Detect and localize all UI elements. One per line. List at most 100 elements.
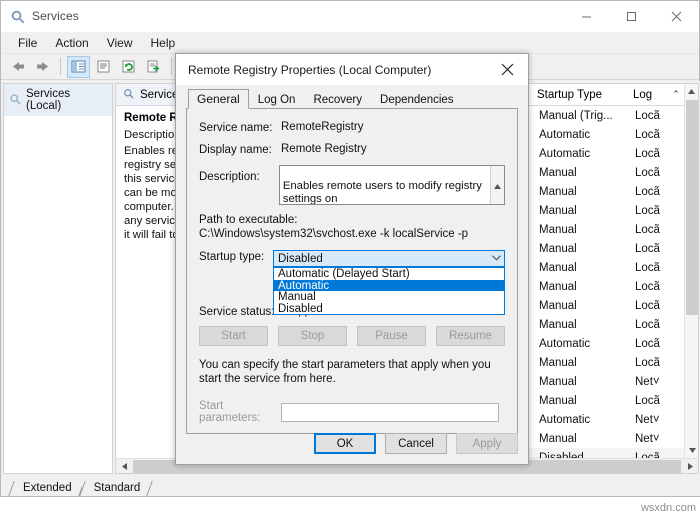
description-scroll-down-icon[interactable]: [494, 193, 501, 205]
window-title: Services: [32, 9, 79, 23]
cell-logon: Net˅: [629, 376, 669, 388]
dropdown-option[interactable]: Manual: [274, 291, 504, 303]
dropdown-option[interactable]: Automatic: [274, 280, 504, 292]
description-scroll-up-icon[interactable]: [494, 166, 501, 193]
refresh-icon[interactable]: [117, 56, 140, 78]
cell-logon: Locã: [629, 262, 669, 274]
sort-ascending-icon: ⌃: [669, 89, 683, 100]
description-textarea[interactable]: Enables remote users to modify registry …: [279, 165, 505, 205]
cell-startup: Automatic: [533, 338, 629, 350]
back-arrow-icon[interactable]: [6, 56, 29, 78]
cell-startup: Manual: [533, 167, 629, 179]
cell-startup: Automatic: [533, 129, 629, 141]
menu-file[interactable]: File: [9, 34, 46, 52]
view-tabs: Extended Standard: [1, 476, 700, 496]
apply-button: Apply: [456, 433, 518, 454]
dialog-close-icon[interactable]: [486, 54, 528, 85]
cell-logon: Locã: [629, 129, 669, 141]
details-pane-title: Service: [140, 89, 178, 101]
forward-arrow-icon[interactable]: [31, 56, 54, 78]
sidebar-item-services-local[interactable]: Services (Local): [4, 84, 112, 116]
service-control-buttons: Start Stop Pause Resume: [199, 326, 505, 346]
cell-startup: Manual: [533, 433, 629, 445]
dialog-titlebar: Remote Registry Properties (Local Comput…: [176, 54, 528, 85]
menu-action[interactable]: Action: [46, 34, 97, 52]
service-status-label: Service status:: [199, 305, 281, 318]
scroll-right-button[interactable]: [682, 459, 698, 474]
tab-dependencies[interactable]: Dependencies: [371, 91, 463, 109]
list-vertical-scrollbar[interactable]: [684, 84, 698, 473]
column-header-logon-as[interactable]: Log: [629, 89, 669, 101]
path-to-executable-label: Path to executable:: [199, 214, 505, 226]
display-name-row: Display name: Remote Registry: [199, 143, 505, 156]
service-name-row: Service name: RemoteRegistry: [199, 121, 505, 134]
export-list-icon[interactable]: [142, 56, 165, 78]
scroll-left-button[interactable]: [116, 459, 132, 474]
service-name-label: Service name:: [199, 121, 281, 134]
services-gear-icon: [10, 9, 25, 24]
cancel-button[interactable]: Cancel: [385, 433, 447, 454]
tab-extended[interactable]: Extended: [11, 481, 82, 496]
start-parameters-label: Start parameters:: [199, 400, 281, 424]
tab-general[interactable]: General: [188, 89, 249, 109]
ok-button[interactable]: OK: [314, 433, 376, 454]
service-properties-dialog: Remote Registry Properties (Local Comput…: [175, 53, 529, 465]
cell-logon: Locã: [629, 205, 669, 217]
tab-standard[interactable]: Standard: [82, 481, 151, 496]
service-name-value: RemoteRegistry: [281, 121, 363, 133]
cell-startup: Manual: [533, 357, 629, 369]
menu-help[interactable]: Help: [142, 34, 185, 52]
cell-logon: Locã: [629, 148, 669, 160]
resume-service-button: Resume: [436, 326, 505, 346]
console-tree-pane: Services (Local): [3, 83, 113, 474]
scroll-down-button[interactable]: [685, 443, 699, 457]
startup-type-label: Startup type:: [199, 250, 273, 263]
start-service-button: Start: [199, 326, 268, 346]
cell-startup: Automatic: [533, 148, 629, 160]
pause-service-button: Pause: [357, 326, 426, 346]
show-tree-icon[interactable]: [67, 56, 90, 78]
column-header-startup-type[interactable]: Startup Type: [533, 89, 629, 101]
properties-icon[interactable]: [92, 56, 115, 78]
maximize-button[interactable]: [609, 1, 654, 32]
scrollbar-thumb[interactable]: [686, 100, 698, 315]
start-parameters-row: Start parameters:: [199, 400, 505, 424]
start-parameters-input[interactable]: [281, 403, 499, 422]
tab-log-on[interactable]: Log On: [249, 91, 305, 109]
chevron-down-icon: [492, 253, 501, 263]
cell-startup: Manual: [533, 186, 629, 198]
service-node-icon: [123, 88, 134, 102]
cell-logon: Locã: [629, 357, 669, 369]
cell-startup: Manual: [533, 376, 629, 388]
cell-startup: Manual: [533, 205, 629, 217]
cell-startup: Automatic: [533, 414, 629, 426]
startup-type-value: Disabled: [278, 253, 323, 265]
start-parameters-help-text: You can specify the start parameters tha…: [199, 358, 505, 386]
dropdown-option[interactable]: Disabled: [274, 303, 504, 315]
stop-service-button: Stop: [278, 326, 347, 346]
description-scrollbar[interactable]: [490, 166, 504, 204]
startup-type-dropdown-list[interactable]: Automatic (Delayed Start)AutomaticManual…: [273, 267, 505, 315]
minimize-button[interactable]: [564, 1, 609, 32]
startup-type-combobox[interactable]: Disabled: [273, 250, 505, 267]
display-name-label: Display name:: [199, 143, 281, 156]
dialog-action-buttons: OK Cancel Apply: [314, 433, 518, 454]
close-button[interactable]: [654, 1, 699, 32]
dialog-tabs: General Log On Recovery Dependencies: [186, 89, 518, 109]
cell-logon: Locã: [629, 186, 669, 198]
dropdown-option[interactable]: Automatic (Delayed Start): [274, 268, 504, 280]
cell-startup: Manual: [533, 395, 629, 407]
watermark: wsxdn.com: [641, 502, 696, 514]
toolbar-separator-2: [171, 58, 172, 75]
cell-logon: Locã: [629, 224, 669, 236]
cell-logon: Net˅: [629, 414, 669, 426]
path-to-executable-value: C:\Windows\system32\svchost.exe -k local…: [199, 228, 505, 240]
window-titlebar: Services: [1, 1, 699, 32]
tab-recovery[interactable]: Recovery: [304, 91, 371, 109]
cell-logon: Net˅: [629, 433, 669, 445]
scroll-up-button[interactable]: [685, 84, 698, 98]
menu-view[interactable]: View: [98, 34, 142, 52]
cell-logon: Locã: [629, 300, 669, 312]
cell-logon: Locã: [629, 110, 669, 122]
cell-logon: Locã: [629, 395, 669, 407]
